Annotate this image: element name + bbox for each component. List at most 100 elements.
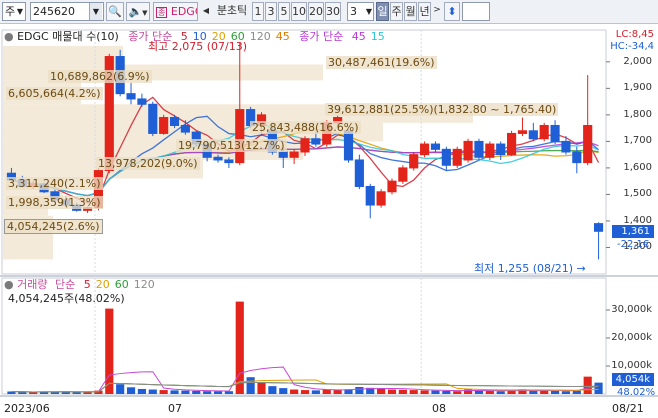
candle-body — [148, 103, 158, 134]
candle-body — [420, 143, 430, 156]
volume-bar — [311, 390, 320, 394]
volume-bar — [192, 390, 201, 394]
high-annotation: 최고 2,075 (07/13) — [148, 40, 248, 53]
ma2-period-45: 45 — [351, 30, 366, 43]
price-tick-label: 2,000 — [623, 55, 652, 67]
candle-body — [387, 180, 397, 193]
volume-bar — [507, 390, 516, 394]
volume-bar — [398, 389, 407, 394]
volume-bar — [279, 388, 288, 394]
updown-icon[interactable]: ⬍ — [444, 2, 460, 21]
volume-bar — [485, 390, 494, 394]
volume-bar — [453, 391, 462, 394]
volume-bar — [159, 390, 168, 394]
volume-bar — [355, 387, 364, 394]
candle-body — [528, 130, 538, 140]
minute-option-5[interactable]: 5 — [278, 2, 290, 21]
period-일[interactable]: 일 — [376, 2, 389, 21]
count-select[interactable]: 3 ▼ — [347, 2, 374, 21]
minute-option-10[interactable]: 10 — [291, 2, 307, 21]
volume-profile-label: 6,605,664(4.2%) — [6, 87, 103, 100]
volume-bar — [442, 390, 451, 394]
volume-ma-period-5: 5 — [83, 278, 91, 291]
period-월[interactable]: 월 — [404, 2, 417, 21]
candle-body — [430, 143, 441, 150]
stock-name-button[interactable]: 종 EDGC — [153, 2, 198, 21]
candle-body — [213, 156, 223, 161]
low-annotation: 최저 1,255 (08/21) → — [474, 262, 586, 275]
ma2-period-15: 15 — [370, 30, 385, 43]
price-tick-label: 1,800 — [623, 108, 652, 120]
prev-interval-button[interactable]: ◀ — [200, 2, 212, 21]
volume-dot-icon: ● — [4, 278, 14, 291]
candle-body — [517, 130, 528, 134]
candle-body — [550, 124, 560, 142]
candle-body — [507, 132, 517, 156]
volume-bar — [420, 390, 429, 394]
volume-profile-label: 13,978,202(9.0%) — [96, 157, 200, 170]
candle-body — [593, 223, 604, 232]
volume-bar — [583, 376, 592, 394]
speaker-icon[interactable]: 🔈▼ — [126, 2, 150, 21]
volume-current-badge: 4,054k — [612, 373, 654, 386]
volume-ma-periods: 5 20 60 120 — [79, 278, 155, 291]
candle-body — [235, 109, 245, 164]
toolbar: 주▼ 245620▼ 🔍 🔈▼ 종 EDGC ◀ 분초틱 135102030 3… — [0, 0, 658, 24]
volume-tick-label: 30,000k — [611, 304, 652, 315]
minute-option-1[interactable]: 1 — [252, 2, 264, 21]
series-title: EDGC 매물대 수(10) — [17, 30, 119, 43]
market-select[interactable]: 주 ▼ — [2, 2, 26, 21]
candle-body — [169, 117, 180, 126]
minute-option-3[interactable]: 3 — [265, 2, 277, 21]
candle-body — [572, 151, 582, 164]
candle-body — [561, 140, 571, 153]
candle-body — [409, 154, 419, 169]
volume-bar — [29, 392, 38, 394]
volume-current-pct: 48.02% — [617, 387, 656, 398]
candle-body — [343, 130, 354, 161]
minute-option-30[interactable]: 30 — [325, 2, 341, 21]
volume-bar — [496, 391, 505, 394]
candle-body — [376, 191, 386, 206]
volume-tick-label: 20,000k — [611, 332, 652, 343]
candle-body — [398, 167, 408, 182]
volume-profile-label: 3,311,240(2.1%) — [6, 177, 103, 190]
ma-period-45: 45 — [275, 30, 290, 43]
volume-legend: ● 거래량 단순 5 20 60 120 — [4, 278, 155, 291]
search-icon[interactable]: 🔍 — [106, 2, 124, 21]
stock-code-input[interactable]: 245620 ▼ — [30, 2, 104, 21]
volume-ma-period-20: 20 — [95, 278, 110, 291]
x-label-month: 07 — [168, 402, 182, 415]
volume-bar — [431, 390, 440, 394]
candle-body — [300, 138, 310, 153]
extra-input[interactable] — [462, 2, 490, 21]
volume-bar — [235, 301, 244, 394]
volume-bar — [594, 382, 603, 394]
volume-profile-label: 1,998,359(1.3%) — [6, 196, 103, 209]
volume-title: 거래량 — [17, 278, 48, 291]
candle-body — [365, 185, 375, 206]
volume-profile-label: 10,689,862(6.9%) — [48, 70, 152, 83]
period-년[interactable]: 년 — [418, 2, 431, 21]
volume-profile-label: 39,612,881(25.5%)(1,832.80 ~ 1,765.40) — [325, 103, 559, 116]
volume-ma-period-120: 120 — [133, 278, 155, 291]
volume-bar — [257, 382, 266, 394]
volume-profile-label: 30,487,461(19.6%) — [326, 56, 437, 69]
interval-label[interactable]: 분초틱 — [212, 2, 252, 21]
volume-bar — [18, 392, 27, 394]
minute-option-20[interactable]: 20 — [308, 2, 324, 21]
volume-bar — [409, 390, 418, 394]
ma2-periods: 45 15 — [347, 30, 385, 43]
period-주[interactable]: 주 — [390, 2, 403, 21]
volume-bar — [203, 391, 212, 394]
candle-body — [354, 159, 364, 187]
volume-bar — [300, 390, 310, 394]
volume-bar — [322, 389, 331, 394]
candle-body — [137, 98, 147, 105]
volume-profile-label: 25,843,488(16.6%) — [250, 121, 361, 134]
x-label-start: 2023/06 — [4, 402, 50, 415]
volume-bar — [83, 392, 92, 394]
volume-bar — [529, 390, 538, 394]
next-period-button[interactable]: > — [432, 2, 442, 21]
volume-bar — [333, 389, 342, 394]
